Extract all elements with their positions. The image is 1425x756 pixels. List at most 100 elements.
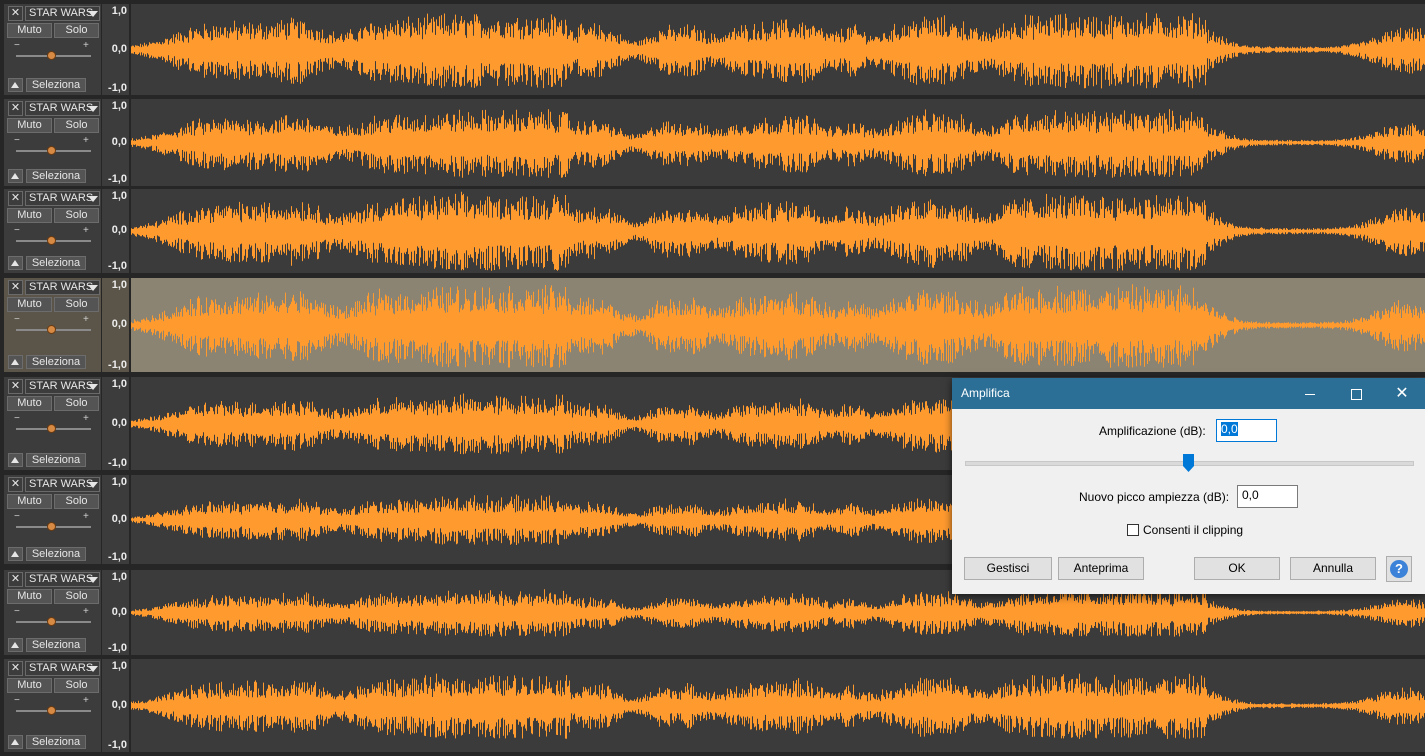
minimize-button[interactable] bbox=[1287, 378, 1333, 409]
track-control-panel[interactable]: ✕ STAR WARS Muto Solo − + Seleziona bbox=[4, 99, 101, 186]
close-dialog-button[interactable]: ✕ bbox=[1379, 378, 1425, 409]
waveform bbox=[131, 109, 1425, 178]
ruler-top-label: 1,0 bbox=[111, 5, 127, 17]
collapse-track-button[interactable] bbox=[8, 547, 23, 561]
track-control-panel[interactable]: ✕ STAR WARS Muto Solo − + Seleziona bbox=[4, 570, 101, 655]
dropdown-arrow-icon bbox=[88, 577, 98, 583]
track-close-button[interactable]: ✕ bbox=[8, 6, 23, 21]
collapse-track-button[interactable] bbox=[8, 453, 23, 467]
track-close-button[interactable]: ✕ bbox=[8, 661, 23, 676]
solo-button[interactable]: Solo bbox=[54, 589, 99, 604]
amplitude-ruler: 1,0 0,0 -1,0 bbox=[102, 377, 129, 470]
amplify-dialog: Amplifica ✕ Amplificazione (dB): 0,0 Nuo… bbox=[952, 378, 1425, 594]
track-control-panel[interactable]: ✕ STAR WARS Muto Solo − + Seleziona bbox=[4, 659, 101, 752]
waveform-area[interactable] bbox=[131, 4, 1425, 95]
mute-button[interactable]: Muto bbox=[7, 494, 52, 509]
gain-slider-knob[interactable] bbox=[47, 146, 56, 155]
select-track-button[interactable]: Seleziona bbox=[26, 78, 86, 92]
waveform-area[interactable] bbox=[131, 189, 1425, 273]
select-track-button[interactable]: Seleziona bbox=[26, 355, 86, 369]
ruler-top-label: 1,0 bbox=[111, 100, 127, 112]
help-button[interactable]: ? bbox=[1386, 556, 1412, 582]
new-peak-input[interactable]: 0,0 bbox=[1237, 485, 1298, 508]
gain-slider-knob[interactable] bbox=[47, 617, 56, 626]
gain-slider-knob[interactable] bbox=[47, 51, 56, 60]
track-control-panel[interactable]: ✕ STAR WARS Muto Solo − + Seleziona bbox=[4, 475, 101, 564]
mute-button[interactable]: Muto bbox=[7, 23, 52, 38]
gain-slider-knob[interactable] bbox=[47, 522, 56, 531]
gain-slider-knob[interactable] bbox=[47, 706, 56, 715]
allow-clipping-checkbox[interactable] bbox=[1127, 524, 1139, 536]
minimize-icon bbox=[1305, 393, 1315, 395]
select-track-button[interactable]: Seleziona bbox=[26, 735, 86, 749]
dropdown-arrow-icon bbox=[88, 666, 98, 672]
collapse-track-button[interactable] bbox=[8, 638, 23, 652]
track-name-menu[interactable]: STAR WARS bbox=[25, 572, 100, 587]
solo-button[interactable]: Solo bbox=[54, 678, 99, 693]
dialog-titlebar[interactable]: Amplifica ✕ bbox=[952, 378, 1425, 409]
mute-button[interactable]: Muto bbox=[7, 118, 52, 133]
track-close-button[interactable]: ✕ bbox=[8, 101, 23, 116]
ruler-bottom-label: -1,0 bbox=[108, 739, 127, 751]
track-name-menu[interactable]: STAR WARS bbox=[25, 379, 100, 394]
mute-button[interactable]: Muto bbox=[7, 678, 52, 693]
collapse-track-button[interactable] bbox=[8, 169, 23, 183]
gain-plus-label: + bbox=[83, 511, 89, 522]
track-control-panel[interactable]: ✕ STAR WARS Muto Solo − + Seleziona bbox=[4, 189, 101, 273]
new-peak-label: Nuovo picco ampiezza (dB): bbox=[1079, 490, 1230, 504]
mute-button[interactable]: Muto bbox=[7, 208, 52, 223]
track-control-panel[interactable]: ✕ STAR WARS Muto Solo − + Seleziona bbox=[4, 4, 101, 95]
select-track-button[interactable]: Seleziona bbox=[26, 256, 86, 270]
manage-button[interactable]: Gestisci bbox=[964, 557, 1052, 580]
ruler-top-label: 1,0 bbox=[111, 190, 127, 202]
track-name-menu[interactable]: STAR WARS bbox=[25, 280, 100, 295]
waveform-area[interactable] bbox=[131, 659, 1425, 752]
gain-minus-label: − bbox=[14, 314, 20, 325]
mute-button[interactable]: Muto bbox=[7, 589, 52, 604]
track-close-button[interactable]: ✕ bbox=[8, 379, 23, 394]
close-icon: ✕ bbox=[1395, 385, 1409, 402]
waveform-area[interactable] bbox=[131, 278, 1425, 372]
gain-slider-knob[interactable] bbox=[47, 325, 56, 334]
solo-button[interactable]: Solo bbox=[54, 118, 99, 133]
close-icon: ✕ bbox=[10, 192, 21, 204]
select-track-button[interactable]: Seleziona bbox=[26, 169, 86, 183]
mute-button[interactable]: Muto bbox=[7, 297, 52, 312]
track-name-menu[interactable]: STAR WARS bbox=[25, 101, 100, 116]
waveform-area[interactable] bbox=[131, 99, 1425, 186]
select-track-button[interactable]: Seleziona bbox=[26, 638, 86, 652]
collapse-track-button[interactable] bbox=[8, 78, 23, 92]
collapse-track-button[interactable] bbox=[8, 256, 23, 270]
cancel-button[interactable]: Annulla bbox=[1290, 557, 1376, 580]
select-track-button[interactable]: Seleziona bbox=[26, 547, 86, 561]
ok-button[interactable]: OK bbox=[1194, 557, 1280, 580]
gain-minus-label: − bbox=[14, 695, 20, 706]
track-name-menu[interactable]: STAR WARS bbox=[25, 191, 100, 206]
track-name-menu[interactable]: STAR WARS bbox=[25, 661, 100, 676]
gain-slider-knob[interactable] bbox=[47, 236, 56, 245]
gain-slider-knob[interactable] bbox=[47, 424, 56, 433]
track-control-panel[interactable]: ✕ STAR WARS Muto Solo − + Seleziona bbox=[4, 278, 101, 372]
solo-button[interactable]: Solo bbox=[54, 396, 99, 411]
preview-button[interactable]: Anteprima bbox=[1058, 557, 1144, 580]
close-icon: ✕ bbox=[10, 7, 21, 19]
maximize-button[interactable] bbox=[1333, 378, 1379, 409]
mute-button[interactable]: Muto bbox=[7, 396, 52, 411]
amplification-input[interactable]: 0,0 bbox=[1216, 419, 1277, 442]
collapse-track-button[interactable] bbox=[8, 735, 23, 749]
track-control-panel[interactable]: ✕ STAR WARS Muto Solo − + Seleziona bbox=[4, 377, 101, 470]
track-close-button[interactable]: ✕ bbox=[8, 280, 23, 295]
solo-button[interactable]: Solo bbox=[54, 297, 99, 312]
track-name-menu[interactable]: STAR WARS bbox=[25, 6, 100, 21]
select-track-button[interactable]: Seleziona bbox=[26, 453, 86, 467]
slider-thumb[interactable] bbox=[1183, 454, 1194, 472]
solo-button[interactable]: Solo bbox=[54, 494, 99, 509]
track-name-menu[interactable]: STAR WARS bbox=[25, 477, 100, 492]
track-close-button[interactable]: ✕ bbox=[8, 191, 23, 206]
track-close-button[interactable]: ✕ bbox=[8, 477, 23, 492]
track-close-button[interactable]: ✕ bbox=[8, 572, 23, 587]
solo-button[interactable]: Solo bbox=[54, 23, 99, 38]
ruler-top-label: 1,0 bbox=[111, 476, 127, 488]
solo-button[interactable]: Solo bbox=[54, 208, 99, 223]
collapse-track-button[interactable] bbox=[8, 355, 23, 369]
